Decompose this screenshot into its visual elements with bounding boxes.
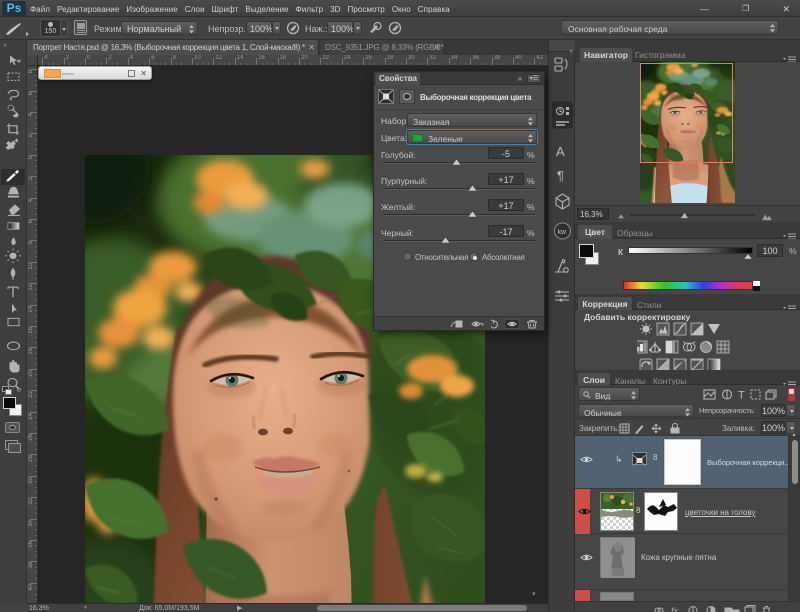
- svg-text:kw: kw: [558, 229, 568, 236]
- svg-text:¶: ¶: [557, 168, 564, 183]
- svg-text:T: T: [738, 390, 745, 402]
- svg-text:A: A: [556, 144, 565, 159]
- svg-text:fx: fx: [671, 606, 679, 612]
